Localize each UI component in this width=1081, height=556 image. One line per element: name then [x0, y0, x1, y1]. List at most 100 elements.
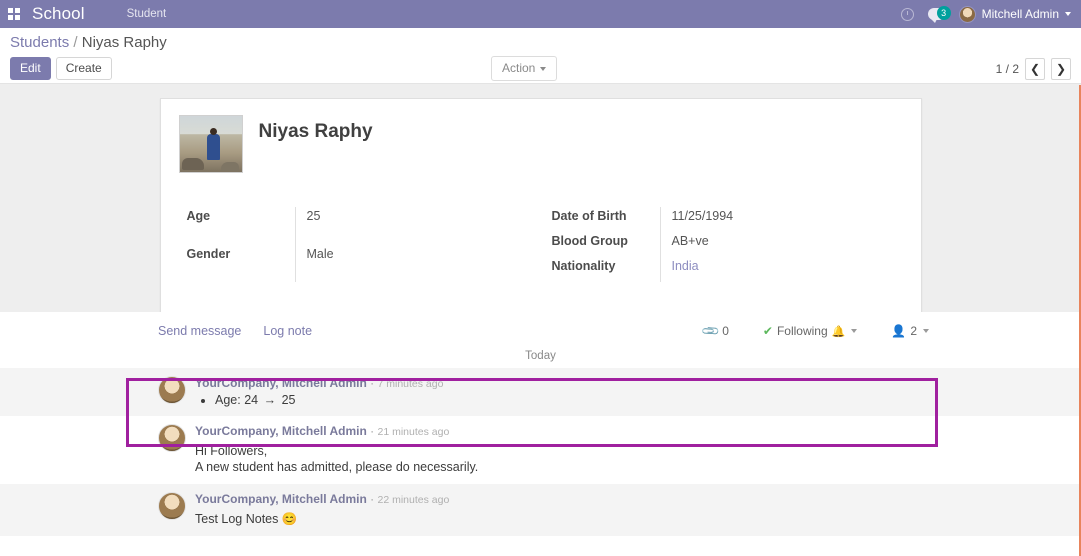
following-label: Following [776, 324, 828, 338]
attachment-count-button[interactable]: 📎 0 [700, 320, 729, 342]
message-text-line: Test Log Notes 😊 [195, 512, 298, 526]
day-separator: Today [525, 350, 556, 362]
chevron-down-icon [851, 329, 858, 333]
chevron-left-icon: ❮ [1029, 61, 1041, 76]
pager-previous-button[interactable]: ❮ [1025, 57, 1045, 80]
message-text-line: A new student has admitted, please do ne… [195, 460, 479, 474]
form-fields: Age 25 Gender Male Date of Birth 11/25/1… [179, 207, 903, 282]
field-value-date-of-birth[interactable]: 11/25/1994 [659, 207, 882, 232]
tracking-old-value: 24 [244, 393, 259, 407]
chevron-down-icon [923, 329, 929, 333]
field-value-age[interactable]: 25 [294, 207, 552, 245]
check-icon: ✔ [762, 324, 773, 338]
field-label-age: Age [186, 209, 211, 223]
pager-count: 1 / 2 [995, 61, 1019, 76]
avatar [158, 376, 186, 404]
clock-icon[interactable] [900, 7, 914, 21]
message-item: YourCompany, Mitchell Admin · 7 minutes … [0, 368, 1081, 416]
avatar [158, 492, 186, 520]
message-header: YourCompany, Mitchell Admin · 22 minutes… [195, 492, 1063, 508]
form-background: Niyas Raphy Age 25 Gender Male Date of B… [0, 84, 1081, 316]
page-title: Niyas Raphy [258, 121, 373, 142]
message-body: YourCompany, Mitchell Admin · 7 minutes … [195, 376, 1063, 407]
field-row: Nationality India [552, 257, 882, 282]
action-label: Action [502, 61, 536, 75]
field-label-gender: Gender [186, 246, 231, 261]
nav-menu-student[interactable]: Student [121, 8, 173, 20]
form-sheet: Niyas Raphy Age 25 Gender Male Date of B… [159, 98, 922, 316]
message-timestamp: 7 minutes ago [377, 378, 444, 390]
message-thread: Today YourCompany, Mitchell Admin · 7 mi… [0, 350, 1081, 536]
user-menu[interactable]: Mitchell Admin [958, 5, 1071, 23]
user-name: Mitchell Admin [981, 7, 1059, 21]
breadcrumb-separator: / [73, 34, 78, 51]
chevron-right-icon: ❯ [1055, 61, 1067, 76]
arrow-icon: → [263, 393, 277, 407]
field-row: Age 25 [187, 207, 552, 245]
app-page: School Student 3 Mitchell Admin Students… [0, 0, 1081, 556]
message-separator: · [370, 376, 375, 390]
message-header: YourCompany, Mitchell Admin · 7 minutes … [195, 376, 1063, 392]
log-note-button[interactable]: Log note [263, 324, 312, 338]
breadcrumb: Students / Niyas Raphy [10, 34, 1071, 52]
tracking-item: Age: 24 → 25 [215, 393, 1063, 407]
control-panel: Students / Niyas Raphy Edit Create Actio… [0, 28, 1081, 84]
create-button[interactable]: Create [55, 57, 112, 80]
field-group-right: Date of Birth 11/25/1994 Blood Group AB+… [552, 207, 882, 282]
message-body: YourCompany, Mitchell Admin · 22 minutes… [195, 492, 1063, 527]
apps-menu-icon[interactable] [0, 0, 28, 28]
field-label-date-of-birth: Date of Birth [551, 209, 627, 223]
chat-bubble-icon[interactable]: 3 [927, 6, 951, 23]
followers-count: 2 [910, 324, 917, 338]
action-dropdown-button[interactable]: Action [491, 56, 558, 81]
tracking-new-value: 25 [281, 393, 296, 407]
brand-title[interactable]: School [32, 4, 85, 24]
avatar [958, 5, 976, 23]
chevron-down-icon [1065, 12, 1071, 16]
apps-grid-icon [8, 8, 20, 20]
record-header: Niyas Raphy [178, 115, 903, 173]
message-text-line: Hi Followers, [195, 444, 268, 458]
message-separator: · [370, 492, 375, 506]
breadcrumb-students[interactable]: Students [10, 34, 69, 51]
avatar [158, 424, 186, 452]
message-header: YourCompany, Mitchell Admin · 21 minutes… [195, 424, 1063, 440]
message-author: YourCompany, Mitchell Admin [195, 424, 367, 438]
field-value-gender[interactable]: Male [294, 244, 552, 282]
field-value-blood-group[interactable]: AB+ve [659, 232, 882, 257]
chat-badge-count: 3 [936, 6, 951, 20]
message-timestamp: 21 minutes ago [377, 426, 450, 438]
user-icon: 👤 [891, 324, 907, 338]
student-photo[interactable] [178, 115, 243, 173]
followers-button[interactable]: 👤 2 [891, 324, 929, 338]
breadcrumb-current: Niyas Raphy [81, 34, 167, 51]
edit-button[interactable]: Edit [10, 57, 51, 80]
attachment-count: 0 [722, 324, 729, 338]
field-label-nationality: Nationality [551, 259, 616, 273]
field-row: Gender Male [186, 244, 552, 282]
field-row: Date of Birth 11/25/1994 [552, 207, 882, 232]
message-body: YourCompany, Mitchell Admin · 21 minutes… [195, 424, 1063, 475]
following-button[interactable]: ✔ Following 🔔 [762, 324, 858, 338]
send-message-button[interactable]: Send message [158, 324, 241, 338]
pager: 1 / 2 ❮ ❯ [995, 57, 1071, 80]
pager-next-button[interactable]: ❯ [1051, 57, 1071, 80]
top-navbar: School Student 3 Mitchell Admin [0, 0, 1081, 28]
field-label-blood-group: Blood Group [551, 234, 628, 248]
bell-icon[interactable]: 🔔 [832, 325, 846, 338]
chatter-toolbar: Send message Log note 📎 0 ✔ Following 🔔 … [0, 312, 1081, 346]
paperclip-icon: 📎 [700, 320, 721, 342]
field-value-nationality[interactable]: India [659, 257, 882, 282]
message-author: YourCompany, Mitchell Admin [195, 492, 367, 506]
message-author: YourCompany, Mitchell Admin [195, 376, 367, 390]
message-timestamp: 22 minutes ago [377, 494, 450, 506]
message-item: YourCompany, Mitchell Admin · 22 minutes… [0, 484, 1081, 536]
tracking-list: Age: 24 → 25 [195, 393, 1063, 407]
tracking-field: Age: [215, 393, 241, 407]
message-separator: · [370, 424, 375, 438]
chatter-meta: 📎 0 ✔ Following 🔔 👤 2 [700, 320, 929, 342]
field-group-left: Age 25 Gender Male [187, 207, 552, 282]
control-panel-row: Edit Create Action 1 / 2 ❮ ❯ [10, 56, 1071, 81]
chevron-down-icon [540, 66, 547, 71]
field-row: Blood Group AB+ve [552, 232, 882, 257]
